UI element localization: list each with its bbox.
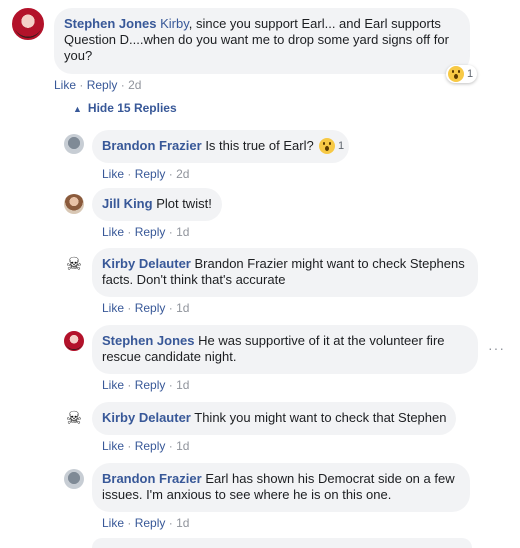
separator: ·	[168, 439, 173, 453]
reply-actions: Like · Reply · 1d	[92, 516, 470, 530]
timestamp[interactable]: 1d	[176, 301, 189, 315]
separator: ·	[127, 167, 132, 181]
reply-body: Brandon Frazier Is this true of Earl? Li…	[92, 130, 350, 181]
reply-author[interactable]: Jill King	[102, 196, 153, 211]
reply-author[interactable]: Brandon Frazier	[102, 471, 202, 486]
reply-body: Stephen Jones He was supportive of it at…	[92, 325, 478, 392]
like-link[interactable]: Like	[102, 167, 124, 181]
reply: Stephen Jones He was supportive of it at…	[64, 325, 478, 392]
reply: Jill King Plot twist! Like · Reply · 1d	[64, 188, 222, 239]
reply-bubble: Brandon Frazier Is this true of Earl?	[92, 130, 350, 163]
avatar[interactable]: ☠	[64, 254, 84, 274]
hide-replies-link[interactable]: ▲ Hide 15 Replies	[73, 101, 177, 115]
comment-body: Stephen Jones Kirby, since you support E…	[54, 8, 470, 92]
comment-author[interactable]: Stephen Jones	[64, 16, 156, 31]
reply-link[interactable]: Reply	[135, 301, 166, 315]
reply-bubble: Kirby Delauter Think you might want to c…	[92, 402, 457, 435]
reply-link[interactable]: Reply	[87, 78, 118, 92]
reply: ☠ Kirby Delauter Think you might want to…	[64, 402, 457, 453]
timestamp[interactable]: 1d	[176, 225, 189, 239]
reply-actions: Like · Reply · 1d	[92, 225, 222, 239]
reaction-count: 1	[338, 140, 345, 152]
more-options-icon[interactable]: ···	[488, 340, 505, 356]
reply-body: Kirby Delauter Think you might want to c…	[92, 402, 457, 453]
avatar[interactable]	[64, 134, 84, 154]
reply-bubble: Brandon Frazier Earl has shown his Democ…	[92, 463, 470, 512]
reaction-badge[interactable]: 1	[446, 65, 478, 83]
reply-author[interactable]: Stephen Jones	[102, 333, 194, 348]
reply: ☠ Kirby Delauter Brandon Frazier might w…	[64, 248, 478, 315]
pirate-flag-icon: ☠	[65, 408, 83, 428]
timestamp[interactable]: 1d	[176, 516, 189, 530]
separator: ·	[79, 78, 84, 92]
reaction-count: 1	[467, 68, 474, 80]
reply-actions: Like · Reply · 1d	[92, 301, 478, 315]
separator: ·	[120, 78, 125, 92]
separator: ·	[127, 225, 132, 239]
avatar[interactable]	[12, 8, 44, 40]
reaction-badge[interactable]: 1	[317, 137, 348, 155]
separator: ·	[127, 516, 132, 530]
separator: ·	[168, 378, 173, 392]
separator: ·	[168, 225, 173, 239]
wow-reaction-icon	[448, 66, 464, 82]
separator: ·	[168, 167, 173, 181]
reply-link[interactable]: Reply	[135, 167, 166, 181]
comment-actions: Like · Reply · 2d	[54, 78, 470, 92]
reply-link[interactable]: Reply	[135, 516, 166, 530]
reply-bubble: Jill King Plot twist!	[92, 188, 222, 221]
like-link[interactable]: Like	[102, 378, 124, 392]
comment: Stephen Jones Kirby, since you support E…	[12, 8, 470, 92]
pirate-flag-icon: ☠	[65, 254, 83, 274]
avatar[interactable]	[64, 469, 84, 489]
reply-link[interactable]: Reply	[135, 225, 166, 239]
like-link[interactable]: Like	[102, 225, 124, 239]
chevron-up-icon: ▲	[73, 104, 82, 114]
like-link[interactable]: Like	[102, 301, 124, 315]
hide-replies-label: Hide 15 Replies	[87, 101, 177, 115]
reply-bubble: Kirby Delauter Brandon Frazier might wan…	[92, 248, 478, 297]
like-link[interactable]: Like	[54, 78, 76, 92]
timestamp[interactable]: 2d	[128, 78, 141, 92]
separator: ·	[127, 439, 132, 453]
timestamp[interactable]: 2d	[176, 167, 189, 181]
reply-author[interactable]: Kirby Delauter	[102, 256, 191, 271]
reply-actions: Like · Reply · 2d	[92, 167, 349, 181]
reply-author[interactable]: Brandon Frazier	[102, 138, 202, 153]
like-link[interactable]: Like	[102, 439, 124, 453]
reply-author[interactable]: Kirby Delauter	[102, 410, 191, 425]
wow-reaction-icon	[319, 138, 335, 154]
reply-text: Think you might want to check that Steph…	[194, 410, 447, 425]
reply-actions: Like · Reply · 1d	[92, 378, 478, 392]
reply-text: Is this true of Earl?	[205, 138, 314, 153]
reply-link[interactable]: Reply	[135, 378, 166, 392]
separator: ·	[168, 301, 173, 315]
reply-body: Brandon Frazier Earl has shown his Democ…	[92, 463, 470, 530]
timestamp[interactable]: 1d	[176, 439, 189, 453]
reply: Brandon Frazier Earl has shown his Democ…	[64, 463, 470, 530]
comment-mention[interactable]: Kirby	[160, 16, 189, 31]
reply-actions: Like · Reply · 1d	[92, 439, 456, 453]
avatar[interactable]: ☠	[64, 408, 84, 428]
reply-link[interactable]: Reply	[135, 439, 166, 453]
reply-text: Plot twist!	[156, 196, 212, 211]
avatar[interactable]	[64, 331, 84, 351]
separator: ·	[168, 516, 173, 530]
separator: ·	[127, 301, 132, 315]
avatar[interactable]	[64, 194, 84, 214]
separator: ·	[127, 378, 132, 392]
reply: Brandon Frazier Is this true of Earl? Li…	[64, 130, 350, 181]
reply-bubble: Stephen Jones He was supportive of it at…	[92, 325, 478, 374]
reply-bubble	[92, 538, 472, 548]
timestamp[interactable]: 1d	[176, 378, 189, 392]
reply-body: Kirby Delauter Brandon Frazier might wan…	[92, 248, 478, 315]
like-link[interactable]: Like	[102, 516, 124, 530]
comment-bubble: Stephen Jones Kirby, since you support E…	[54, 8, 470, 74]
reply-body: Jill King Plot twist! Like · Reply · 1d	[92, 188, 222, 239]
